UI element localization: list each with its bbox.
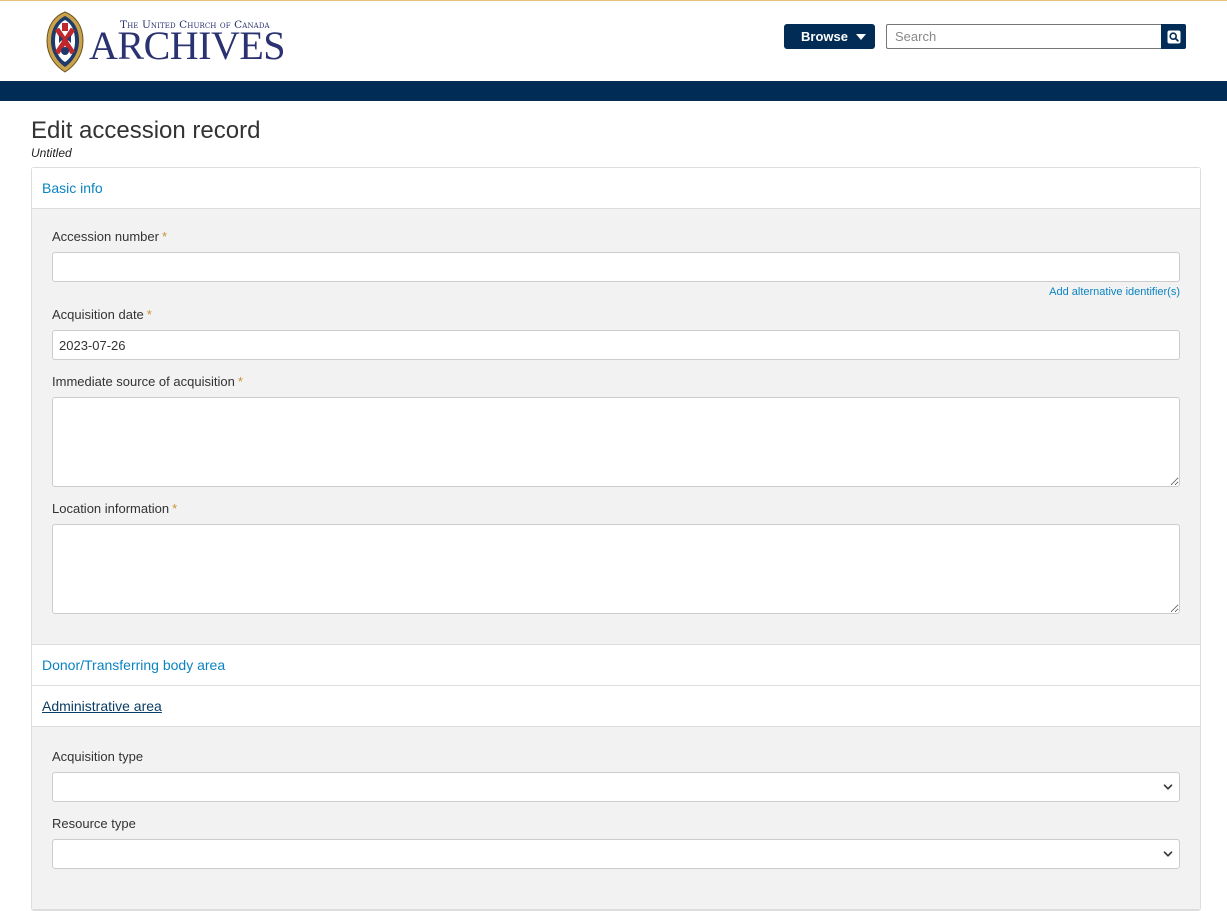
edit-form-accordion: Basic info Accession number * Add alterna…: [31, 167, 1201, 911]
acquisition-type-label: Acquisition type: [52, 749, 144, 764]
browse-label: Browse: [801, 29, 848, 44]
acquisition-date-field: Acquisition date *: [52, 307, 1180, 360]
accession-number-field: Accession number * Add alternative identi…: [52, 229, 1180, 299]
location-info-label: Location information *: [52, 501, 1180, 517]
page-subtitle: Untitled: [31, 146, 72, 160]
logo-title: ARCHIVES: [89, 23, 286, 69]
search-box: [886, 24, 1186, 49]
search-icon: [1167, 30, 1180, 43]
section-header-donor: Donor/Transferring body area: [32, 645, 1200, 686]
browse-button[interactable]: Browse: [784, 24, 875, 49]
acquisition-type-select[interactable]: [52, 772, 1180, 802]
required-marker: *: [146, 307, 152, 322]
immediate-source-label: Immediate source of acquisition *: [52, 374, 1180, 390]
accession-number-label-text: Accession number: [52, 229, 159, 244]
section-header-basic-info: Basic info: [32, 168, 1200, 209]
site-header: The United Church of Canada ARCHIVES Bro…: [0, 1, 1227, 81]
resource-type-select[interactable]: [52, 839, 1180, 869]
required-marker: *: [161, 229, 168, 244]
administrative-area-toggle[interactable]: Administrative area: [42, 698, 162, 714]
chevron-down-icon: [1163, 784, 1173, 790]
section-header-administrative: Administrative area: [32, 686, 1200, 727]
resource-type-field: Resource type: [52, 816, 1180, 869]
immediate-source-textarea[interactable]: [52, 397, 1180, 487]
church-crest-icon: [46, 11, 84, 73]
site-logo[interactable]: The United Church of Canada ARCHIVES: [45, 11, 286, 73]
caret-down-icon: [856, 34, 866, 40]
acquisition-date-label-text: Acquisition date: [52, 307, 144, 322]
required-marker: *: [172, 501, 178, 516]
chevron-down-icon: [1163, 851, 1173, 857]
immediate-source-field: Immediate source of acquisition *: [52, 374, 1180, 487]
add-alternative-identifier-link[interactable]: Add alternative identifier(s): [52, 286, 1180, 299]
location-info-field: Location information *: [52, 501, 1180, 614]
search-input[interactable]: [886, 24, 1161, 49]
location-info-textarea[interactable]: [52, 524, 1180, 614]
acquisition-date-label: Acquisition date *: [52, 307, 1180, 323]
accession-number-label: Accession number *: [52, 229, 1180, 245]
nav-bar: [0, 81, 1227, 101]
immediate-source-label-text: Immediate source of acquisition: [52, 374, 235, 389]
accession-number-input[interactable]: [52, 252, 1180, 282]
section-body-basic-info: Accession number * Add alternative identi…: [32, 209, 1200, 645]
page-title: Edit accession record: [31, 117, 261, 144]
required-marker: *: [237, 374, 243, 389]
section-body-administrative: Acquisition type Resource type: [32, 727, 1200, 910]
location-info-label-text: Location information: [52, 501, 170, 516]
basic-info-toggle[interactable]: Basic info: [42, 180, 103, 196]
main-content: Edit accession record Untitled Basic inf…: [31, 117, 1201, 911]
resource-type-label: Resource type: [52, 816, 136, 831]
search-button[interactable]: [1161, 24, 1186, 49]
acquisition-date-input[interactable]: [52, 330, 1180, 360]
donor-area-toggle[interactable]: Donor/Transferring body area: [42, 657, 225, 673]
acquisition-type-field: Acquisition type: [52, 749, 1180, 802]
